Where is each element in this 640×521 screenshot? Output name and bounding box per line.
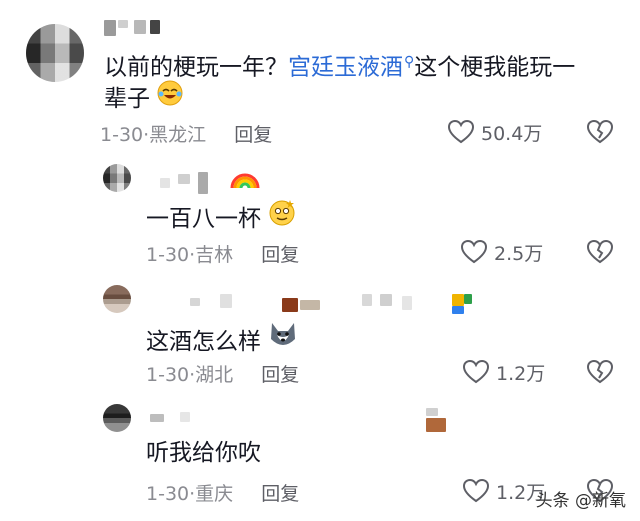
like-button[interactable]: 1.2万 [462, 358, 545, 386]
comment-date: 1-30 [100, 124, 144, 146]
username-blurred[interactable] [104, 14, 184, 40]
comment-meta: 1-30·湖北 回复 [146, 364, 300, 386]
husky-emoji-icon [268, 323, 298, 355]
comment-location: 吉林 [195, 244, 234, 266]
comment-meta: 1-30·吉林 回复 [146, 244, 300, 266]
comment-date: 1-30 [146, 364, 190, 386]
laughing-crying-emoji-icon [157, 80, 183, 112]
like-button[interactable]: 2.5万 [460, 238, 543, 266]
username-blurred[interactable] [150, 406, 450, 432]
reply-button[interactable]: 回复 [261, 364, 299, 386]
heart-icon [462, 477, 490, 505]
watermark-text: 头条 @新氧 [535, 491, 626, 511]
like-button[interactable]: 1.2万 [462, 477, 545, 505]
like-count: 1.2万 [496, 362, 546, 385]
broken-heart-icon [586, 239, 614, 264]
like-button[interactable]: 50.4万 [447, 118, 542, 146]
comment-date: 1-30 [146, 483, 190, 505]
watermark: 头条 @新氧 [536, 486, 626, 511]
reply-button[interactable]: 回复 [234, 124, 272, 146]
like-count: 50.4万 [481, 122, 543, 145]
comment-date: 1-30 [146, 244, 190, 266]
broken-heart-icon [586, 119, 614, 144]
broken-heart-icon [586, 359, 614, 384]
comment-text-plain: 以前的梗玩一年？ [104, 54, 288, 81]
comment-text-line2: 辈子 [104, 80, 183, 118]
dizzy-smile-emoji-icon [268, 200, 296, 232]
comment-text-line2-value: 辈子 [104, 86, 150, 112]
heart-icon [462, 358, 490, 386]
comment-location: 黑龙江 [149, 124, 207, 146]
reply-button[interactable]: 回复 [261, 483, 299, 505]
like-count: 2.5万 [494, 242, 544, 265]
comment-text-value: 听我给你吹 [146, 440, 261, 466]
avatar[interactable] [103, 285, 131, 313]
rainbow-icon [230, 166, 260, 194]
dislike-button[interactable] [586, 118, 614, 146]
avatar[interactable] [26, 24, 84, 82]
comment-location: 重庆 [195, 483, 234, 505]
heart-icon [447, 118, 475, 146]
comment-text: 一百八一杯 [146, 198, 296, 238]
reply-button[interactable]: 回复 [261, 244, 299, 266]
comment-meta: 1-30·黑龙江 回复 [100, 124, 273, 146]
comment-location: 湖北 [195, 364, 234, 386]
comment-text-value: 一百八一杯 [146, 206, 261, 232]
comment-text-rest: 这个梗我能玩一 [414, 54, 576, 81]
avatar[interactable] [103, 404, 131, 432]
comment-text: 听我给你吹 [146, 435, 261, 471]
username-blurred[interactable] [190, 290, 490, 316]
username-blurred[interactable] [160, 170, 280, 196]
comment-text-value: 这酒怎么样 [146, 329, 261, 355]
heart-icon [460, 238, 488, 266]
search-link[interactable]: 宫廷玉液酒 [288, 55, 403, 81]
dislike-button[interactable] [586, 238, 614, 266]
avatar[interactable] [103, 164, 131, 192]
search-icon[interactable]: ⚲ [404, 54, 414, 70]
comment-meta: 1-30·重庆 回复 [146, 483, 300, 505]
comment-text: 这酒怎么样 [146, 321, 298, 361]
dislike-button[interactable] [586, 358, 614, 386]
